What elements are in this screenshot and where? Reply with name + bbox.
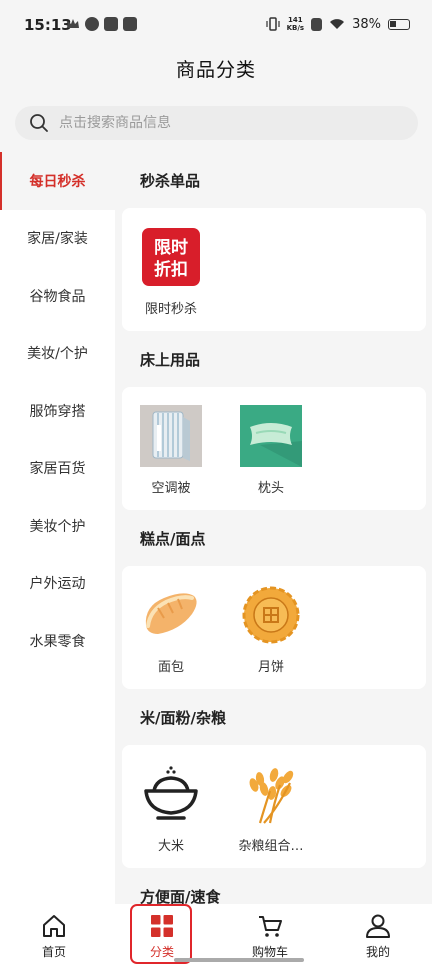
check-badge-icon (85, 17, 99, 31)
product-name: 面包 (157, 660, 184, 675)
product-item[interactable]: 月饼 (240, 584, 302, 689)
status-bar: 15:13 141 KB/s 38% (0, 0, 432, 50)
product-name: 大米 (157, 839, 184, 854)
tab-label: 首页 (41, 945, 66, 959)
status-time: 15:13 (24, 16, 72, 34)
sidebar-item-daily-flash-sale[interactable]: 每日秒杀 (0, 152, 115, 210)
product-item[interactable]: 杂粮组合… (238, 763, 304, 868)
cart-icon (259, 916, 282, 937)
network-speed-unit: KB/s (286, 24, 305, 32)
product-item[interactable]: 枕头 (240, 405, 302, 510)
page-title: 商品分类 (175, 59, 256, 81)
active-tab-highlight (130, 904, 192, 964)
bottom-tab-bar: 首页 分类 购物车 我的 (0, 904, 432, 964)
tab-cart[interactable]: 购物车 (216, 904, 324, 964)
product-item[interactable]: 限时 折扣 限时秒杀 (140, 226, 202, 331)
mail-app-icon (123, 17, 137, 31)
wheat-icon (240, 763, 302, 825)
tab-profile[interactable]: 我的 (324, 904, 432, 964)
vibrate-icon (266, 17, 280, 31)
sidebar-item-label: 家居百货 (29, 461, 86, 478)
sidebar-item-home-decor[interactable]: 家居/家装 (0, 210, 115, 268)
pillow-icon (240, 405, 302, 467)
section-title: 米/面粉/杂粮 (140, 709, 226, 727)
tab-label: 我的 (365, 945, 390, 959)
rice-bowl-icon (140, 763, 202, 825)
product-card: 面包 月饼 (122, 566, 426, 689)
search-bar[interactable] (15, 106, 418, 140)
search-input[interactable] (59, 115, 379, 131)
product-name: 空调被 (151, 481, 191, 496)
sidebar-item-label: 谷物食品 (29, 288, 86, 305)
product-name: 月饼 (257, 660, 284, 675)
product-card: 大米 杂粮组合… (122, 745, 426, 868)
category-content: 秒杀单品 限时 折扣 限时秒杀 床上用品 空调被 枕头 糕点/面点 面包 月饼 … (122, 152, 426, 904)
section-title: 秒杀单品 (140, 172, 201, 190)
section-title: 糕点/面点 (140, 530, 206, 548)
sidebar-item-label: 每日秒杀 (29, 173, 86, 190)
sidebar-item-label: 家居/家装 (27, 231, 88, 248)
mooncake-icon (240, 584, 302, 646)
sidebar-item-household-goods[interactable]: 家居百货 (0, 440, 115, 498)
product-card: 空调被 枕头 (122, 387, 426, 510)
crown-icon (67, 19, 79, 28)
page-header: 商品分类 (0, 50, 432, 96)
category-sidebar: 每日秒杀 家居/家装 谷物食品 美妆/个护 服饰穿搭 家居百货 美妆个护 户外运… (0, 152, 115, 904)
product-name: 限时秒杀 (144, 302, 197, 317)
battery-icon (388, 18, 410, 30)
product-item[interactable]: 面包 (140, 584, 202, 689)
play-app-icon (104, 17, 118, 31)
sidebar-item-label: 水果零食 (29, 633, 86, 650)
quilt-icon (140, 405, 202, 467)
section-title: 床上用品 (140, 351, 201, 369)
battery-percent: 38% (352, 16, 381, 32)
sidebar-item-label: 美妆/个护 (27, 346, 88, 363)
user-icon (366, 914, 390, 938)
product-card: 限时 折扣 限时秒杀 (122, 208, 426, 331)
home-icon (43, 915, 65, 937)
status-right: 141 KB/s 38% (266, 16, 410, 32)
wifi-icon (330, 19, 345, 29)
product-name: 枕头 (257, 481, 284, 496)
section-title: 方便面/速食 (140, 888, 221, 904)
network-speed: 141 KB/s (287, 16, 304, 32)
product-item[interactable]: 大米 (140, 763, 202, 868)
sidebar-item-label: 美妆个护 (29, 518, 86, 535)
sim-off-icon (311, 17, 323, 31)
sidebar-item-grain-food[interactable]: 谷物食品 (0, 267, 115, 325)
flash-sale-badge-line2: 折扣 (154, 259, 188, 280)
product-item[interactable]: 空调被 (140, 405, 202, 510)
sidebar-item-outdoor-sports[interactable]: 户外运动 (0, 555, 115, 613)
status-notification-icons (66, 17, 137, 31)
flash-sale-icon: 限时 折扣 (140, 226, 202, 288)
sidebar-item-apparel[interactable]: 服饰穿搭 (0, 382, 115, 440)
tab-home[interactable]: 首页 (0, 904, 108, 964)
sidebar-item-beauty-care[interactable]: 美妆/个护 (0, 325, 115, 383)
product-name: 杂粮组合… (238, 839, 304, 854)
search-icon (30, 114, 48, 132)
bread-icon (140, 584, 202, 646)
home-indicator (174, 958, 304, 962)
flash-sale-badge-line1: 限时 (154, 238, 188, 258)
sidebar-item-fruit-snacks[interactable]: 水果零食 (0, 612, 115, 670)
network-speed-value: 141 (288, 16, 303, 24)
sidebar-item-label: 服饰穿搭 (29, 403, 86, 420)
sidebar-item-label: 户外运动 (29, 576, 86, 593)
sidebar-item-beauty-personal-care[interactable]: 美妆个护 (0, 497, 115, 555)
